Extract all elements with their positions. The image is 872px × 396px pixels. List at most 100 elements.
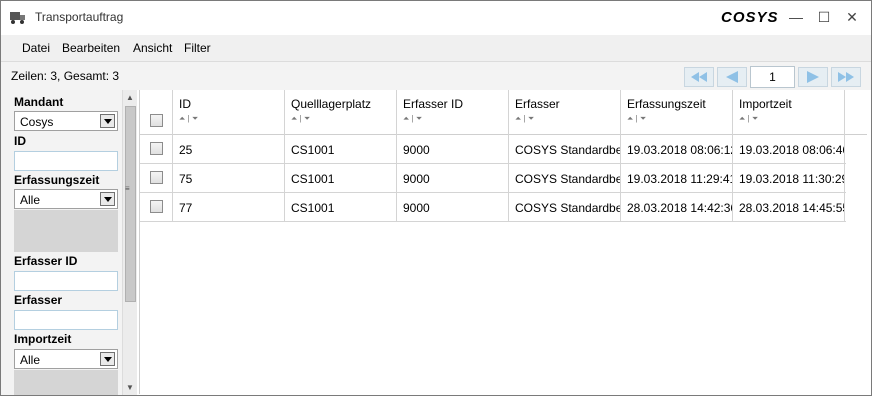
close-button[interactable]: ✕ [837,5,867,29]
sort-icon[interactable]: ⏶ | ⏷ [627,114,646,124]
row-checkbox[interactable] [150,200,163,213]
menu-bearbeiten[interactable]: Bearbeiten [62,41,120,55]
sort-icon[interactable]: ⏶ | ⏷ [739,114,758,124]
scroll-thumb[interactable] [125,106,136,302]
cell-text: COSYS Standardbenutzer [515,172,620,186]
row-count: Zeilen: 3, Gesamt: 3 [11,69,120,83]
cell-text: CS1001 [291,201,335,215]
cell-erfassungszeit: 19.03.2018 11:29:41 [621,164,733,192]
sort-icon[interactable]: ⏶ | ⏷ [179,114,198,124]
erfasser-id-filter-input[interactable] [14,271,118,291]
cell-erfasser: COSYS Standardbenutzer [509,135,621,163]
column-header-quelllagerplatz[interactable]: Quelllagerplatz ⏶ | ⏷ [285,90,397,135]
cell-erfassungszeit: 28.03.2018 14:42:36 [621,193,733,221]
cell-id: 25 [173,135,285,163]
menu-datei[interactable]: Datei [22,41,50,55]
cell-importzeit: 19.03.2018 08:06:46 [733,135,845,163]
menu-filter[interactable]: Filter [184,41,211,55]
table-row[interactable]: 25 CS1001 9000 COSYS Standardbenutzer 19… [140,135,846,164]
cell-quelllagerplatz: CS1001 [285,193,397,221]
filter-scrollbar[interactable]: ▲ ≡ ▼ [122,90,137,395]
erfasser-id-label: Erfasser ID [14,254,78,268]
erfasser-filter-input[interactable] [14,310,118,330]
info-row: Zeilen: 3, Gesamt: 3 1 [1,62,871,90]
column-header-label: Importzeit [739,97,792,111]
scroll-down-icon[interactable]: ▼ [126,383,134,392]
cell-text: 19.03.2018 08:06:46 [739,143,845,157]
column-header-label: Quelllagerplatz [291,97,372,111]
cell-text: 19.03.2018 11:29:41 [627,172,733,186]
select-all-checkbox[interactable] [150,114,163,127]
right-arrow-icon [807,71,819,83]
app-window: Transportauftrag COSYS — ☐ ✕ Datei Bearb… [0,0,872,396]
row-select-cell [140,193,173,221]
cell-erfassungszeit: 19.03.2018 08:06:12 [621,135,733,163]
dropdown-arrow-icon [100,192,115,206]
erfasser-label: Erfasser [14,293,63,307]
menu-ansicht[interactable]: Ansicht [133,41,172,55]
importzeit-value: Alle [20,353,41,367]
cell-text: 9000 [403,201,430,215]
select-all-column [140,90,173,135]
row-select-cell [140,164,173,192]
cell-text: 9000 [403,143,430,157]
table-row[interactable]: 77 CS1001 9000 COSYS Standardbenutzer 28… [140,193,846,222]
double-left-arrow-icon [691,72,707,82]
row-checkbox[interactable] [150,142,163,155]
sort-icon[interactable]: ⏶ | ⏷ [403,114,422,124]
close-icon: ✕ [846,8,858,25]
scroll-up-icon[interactable]: ▲ [126,93,134,102]
next-page-button[interactable] [798,67,828,87]
erfassungszeit-select[interactable]: Alle [14,189,118,209]
cell-text: 19.03.2018 08:06:12 [627,143,733,157]
erfassungszeit-range-area [14,210,118,252]
column-header-erfassungszeit[interactable]: Erfassungszeit ⏶ | ⏷ [621,90,733,135]
last-page-button[interactable] [831,67,861,87]
importzeit-label: Importzeit [14,332,72,346]
dropdown-arrow-icon [100,114,115,128]
title-bar: Transportauftrag COSYS — ☐ ✕ [1,1,871,34]
column-header-importzeit[interactable]: Importzeit ⏶ | ⏷ [733,90,845,135]
cell-text: 77 [179,201,193,215]
truck-icon [10,12,25,24]
cell-erfasser-id: 9000 [397,164,509,192]
cell-importzeit: 28.03.2018 14:45:55 [733,193,845,221]
cell-id: 75 [173,164,285,192]
erfassungszeit-value: Alle [20,193,41,207]
prev-page-button[interactable] [717,67,747,87]
scroll-grip-icon: ≡ [125,184,130,193]
cell-importzeit: 19.03.2018 11:30:29 [733,164,845,192]
table-header: ID ⏶ | ⏷ Quelllagerplatz ⏶ | ⏷ Erfasser … [140,90,867,135]
cell-id: 77 [173,193,285,221]
column-header-id[interactable]: ID ⏶ | ⏷ [173,90,285,135]
first-page-button[interactable] [684,67,714,87]
mandant-select[interactable]: Cosys [14,111,118,131]
id-filter-input[interactable] [14,151,118,171]
maximize-button[interactable]: ☐ [809,5,839,29]
column-header-label: Erfasser ID [403,97,464,111]
importzeit-range-area [14,370,118,395]
sort-icon[interactable]: ⏶ | ⏷ [291,114,310,124]
cell-erfasser: COSYS Standardbenutzer [509,164,621,192]
page-number-input[interactable]: 1 [750,66,795,88]
id-label: ID [14,134,26,148]
cell-text: 75 [179,172,193,186]
cell-quelllagerplatz: CS1001 [285,135,397,163]
column-header-erfasser[interactable]: Erfasser ⏶ | ⏷ [509,90,621,135]
column-header-erfasser-id[interactable]: Erfasser ID ⏶ | ⏷ [397,90,509,135]
maximize-icon: ☐ [817,8,831,25]
menu-bar: Datei Bearbeiten Ansicht Filter [1,35,871,62]
cell-text: CS1001 [291,143,335,157]
row-checkbox[interactable] [150,171,163,184]
minimize-button[interactable]: — [781,5,811,29]
cosys-logo: COSYS [721,9,779,26]
cell-text: 9000 [403,172,430,186]
cell-erfasser: COSYS Standardbenutzer [509,193,621,221]
cell-text: COSYS Standardbenutzer [515,143,620,157]
importzeit-select[interactable]: Alle [14,349,118,369]
sort-icon[interactable]: ⏶ | ⏷ [515,114,534,124]
table-row[interactable]: 75 CS1001 9000 COSYS Standardbenutzer 19… [140,164,846,193]
minimize-icon: — [789,9,803,25]
cell-text: CS1001 [291,172,335,186]
cell-text: 28.03.2018 14:45:55 [739,201,845,215]
